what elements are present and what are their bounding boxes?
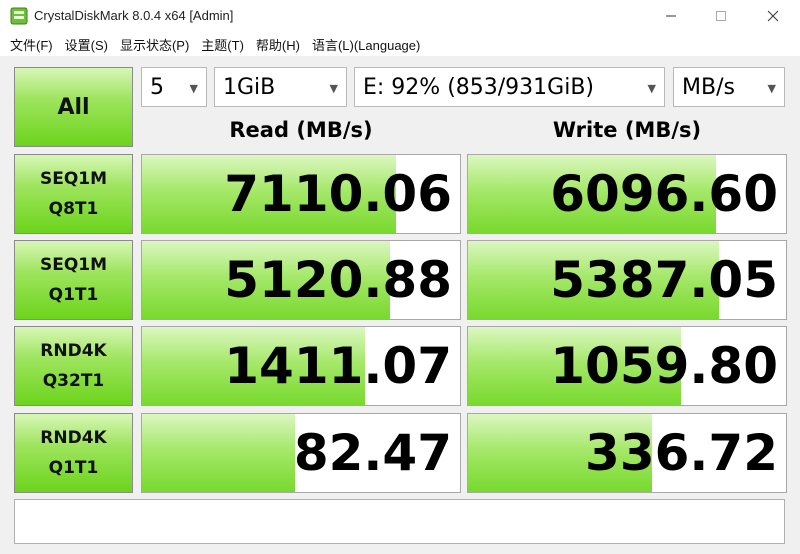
close-button[interactable]: [750, 0, 796, 32]
test-count-value: 5: [150, 74, 164, 100]
menu-theme[interactable]: 主题(T): [195, 35, 250, 54]
test-size-select[interactable]: 1GiB ▼: [214, 67, 347, 107]
test-name: RND4K: [40, 341, 107, 361]
unit-select[interactable]: MB/s ▼: [673, 67, 785, 107]
read-progress-bar: [142, 414, 295, 492]
all-button[interactable]: All: [14, 67, 133, 147]
title-bar: CrystalDiskMark 8.0.4 x64 [Admin]: [0, 0, 800, 32]
app-icon: [10, 7, 28, 25]
read-value: 5120.88: [224, 251, 452, 309]
close-icon: [767, 10, 779, 22]
read-value: 82.47: [293, 424, 452, 482]
test-name: SEQ1M: [39, 169, 108, 189]
write-result-seq1m-q1t1: 5387.05: [467, 240, 787, 320]
write-header: Write (MB/s): [552, 118, 702, 142]
write-result-rnd4k-q32t1: 1059.80: [467, 326, 787, 406]
maximize-button[interactable]: [698, 0, 744, 32]
test-button-rnd4k-q32t1[interactable]: RND4K Q32T1: [14, 326, 133, 406]
drive-value: E: 92% (853/931GiB): [363, 74, 595, 100]
write-result-seq1m-q8t1: 6096.60: [467, 154, 787, 234]
test-name: SEQ1M: [39, 255, 108, 275]
chevron-down-icon: ▼: [189, 82, 198, 95]
status-comment-field[interactable]: [14, 499, 785, 544]
minimize-button[interactable]: [648, 0, 694, 32]
read-value: 1411.07: [224, 337, 452, 395]
read-result-seq1m-q8t1: 7110.06: [141, 154, 461, 234]
test-name: RND4K: [40, 428, 107, 448]
maximize-icon: [716, 11, 726, 21]
test-params: Q32T1: [42, 371, 105, 391]
read-result-rnd4k-q1t1: 82.47: [141, 413, 461, 493]
read-result-rnd4k-q32t1: 1411.07: [141, 326, 461, 406]
unit-value: MB/s: [682, 74, 735, 100]
minimize-icon: [666, 15, 676, 17]
chevron-down-icon: ▼: [329, 82, 338, 95]
drive-select[interactable]: E: 92% (853/931GiB) ▼: [354, 67, 665, 107]
menu-help[interactable]: 帮助(H): [250, 35, 306, 54]
read-value: 7110.06: [224, 165, 452, 223]
menu-settings[interactable]: 设置(S): [59, 35, 114, 54]
chevron-down-icon: ▼: [647, 82, 656, 95]
test-button-rnd4k-q1t1[interactable]: RND4K Q1T1: [14, 413, 133, 493]
test-size-value: 1GiB: [223, 74, 276, 100]
test-button-seq1m-q8t1[interactable]: SEQ1M Q8T1: [14, 154, 133, 234]
window-title: CrystalDiskMark 8.0.4 x64 [Admin]: [34, 8, 234, 23]
main-panel: All 5 ▼ 1GiB ▼ E: 92% (853/931GiB) ▼ MB/…: [0, 56, 800, 554]
menu-display[interactable]: 显示状态(P): [114, 35, 195, 54]
test-count-select[interactable]: 5 ▼: [141, 67, 207, 107]
chevron-down-icon: ▼: [767, 82, 776, 95]
write-value: 5387.05: [550, 251, 778, 309]
menu-file[interactable]: 文件(F): [4, 35, 59, 54]
write-result-rnd4k-q1t1: 336.72: [467, 413, 787, 493]
write-value: 336.72: [585, 424, 778, 482]
test-params: Q1T1: [48, 458, 99, 478]
read-header: Read (MB/s): [229, 118, 373, 142]
write-value: 1059.80: [550, 337, 778, 395]
read-result-seq1m-q1t1: 5120.88: [141, 240, 461, 320]
all-button-label: All: [57, 94, 90, 120]
write-value: 6096.60: [550, 165, 778, 223]
test-params: Q1T1: [48, 285, 99, 305]
menu-language[interactable]: 语言(L)(Language): [306, 35, 426, 54]
test-params: Q8T1: [48, 199, 99, 219]
test-button-seq1m-q1t1[interactable]: SEQ1M Q1T1: [14, 240, 133, 320]
menu-bar: 文件(F) 设置(S) 显示状态(P) 主题(T) 帮助(H) 语言(L)(La…: [0, 32, 800, 56]
